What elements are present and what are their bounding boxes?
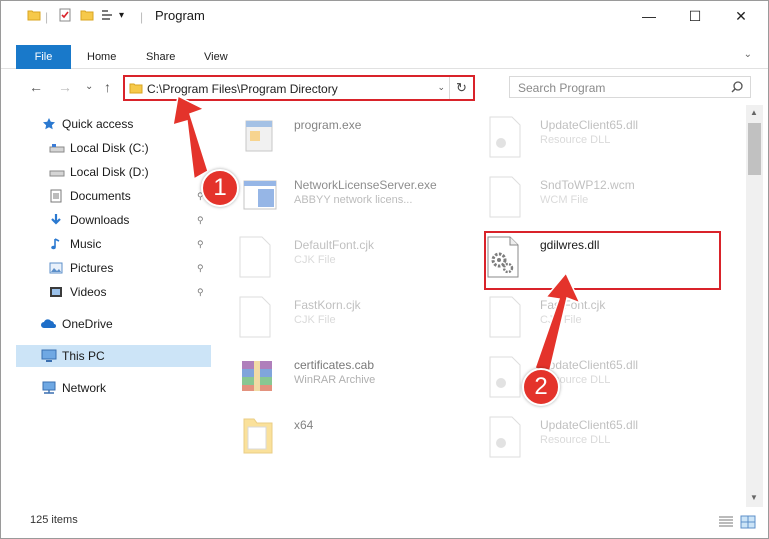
step-badge-1: 1 — [201, 169, 239, 207]
step-badge-2: 2 — [522, 368, 560, 406]
explorer-window: | ▾ | Program — ☐ ✕ File Home Share View… — [0, 0, 769, 539]
annotation-arrows — [172, 94, 582, 376]
arrow-to-address-bar — [172, 94, 209, 181]
arrow-to-gdilwres-file — [534, 271, 582, 376]
